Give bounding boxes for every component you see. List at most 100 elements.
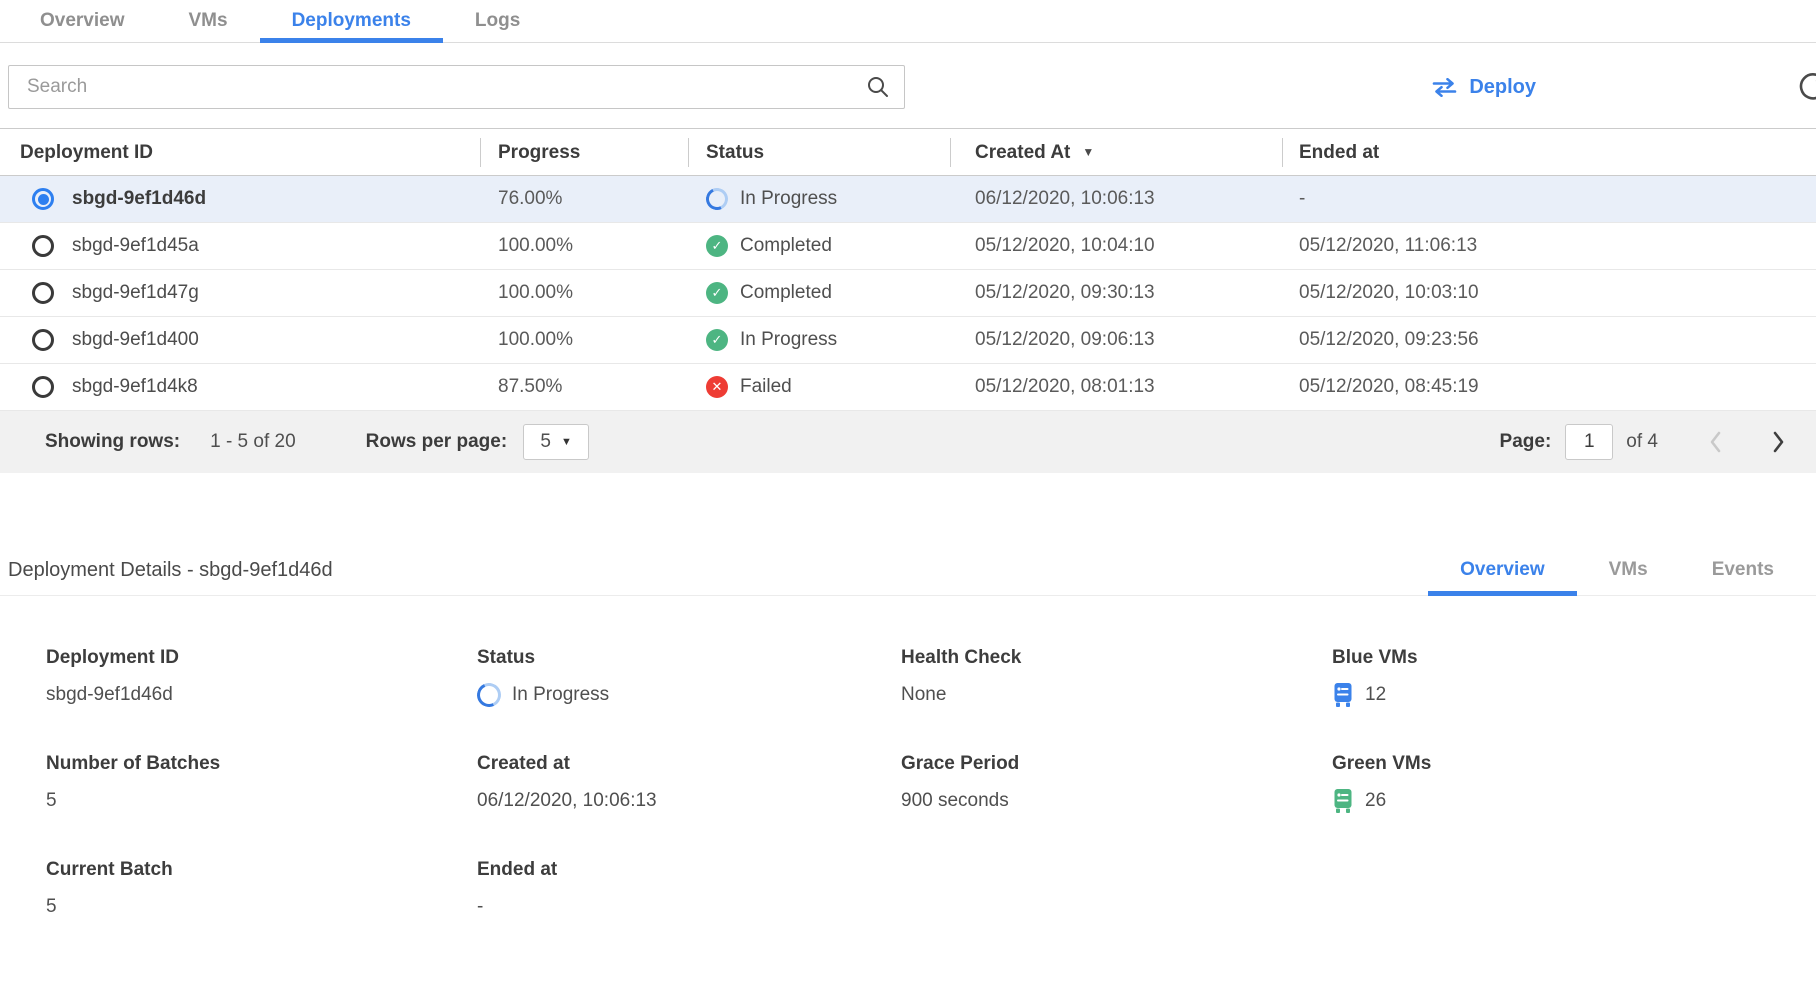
- detail-field-number-of-batches: Number of Batches5: [46, 752, 477, 814]
- created-at-value: 06/12/2020, 10:06:13: [950, 188, 1282, 210]
- tab-overview[interactable]: Overview: [8, 0, 157, 42]
- created-at-value: 05/12/2020, 10:04:10: [950, 235, 1282, 257]
- deployment-id: sbgd-9ef1d400: [72, 329, 199, 351]
- search-icon: [866, 75, 890, 104]
- deployment-radio[interactable]: [32, 376, 54, 398]
- detail-value-text: 12: [1365, 682, 1386, 708]
- deploy-button[interactable]: Deploy: [1431, 76, 1536, 99]
- rows-per-page-select[interactable]: 5 ▼: [523, 424, 589, 460]
- page-total: of 4: [1626, 431, 1658, 453]
- deployment-radio[interactable]: [32, 235, 54, 257]
- showing-rows-label: Showing rows:: [45, 431, 180, 453]
- swap-arrows-icon: [1431, 78, 1458, 97]
- completed-check-icon: ✓: [706, 329, 728, 351]
- detail-field-ended-at: Ended at -: [477, 858, 901, 920]
- chevron-right-icon: [1772, 430, 1786, 454]
- table-body: sbgd-9ef1d46d76.00%In Progress06/12/2020…: [0, 176, 1816, 411]
- detail-value: 5: [46, 894, 477, 920]
- detail-label: Status: [477, 646, 901, 670]
- search-input[interactable]: [8, 65, 905, 109]
- deploy-button-label: Deploy: [1469, 76, 1536, 99]
- detail-field-health-check: Health CheckNone: [901, 646, 1332, 708]
- detail-label: Health Check: [901, 646, 1332, 670]
- detail-label: Ended at: [477, 858, 901, 882]
- column-header-ended-at[interactable]: Ended at: [1282, 129, 1816, 176]
- deployment-id: sbgd-9ef1d47g: [72, 282, 199, 304]
- refresh-button[interactable]: [1796, 70, 1816, 104]
- table-row[interactable]: sbgd-9ef1d46d76.00%In Progress06/12/2020…: [0, 176, 1816, 223]
- next-page-button[interactable]: [1772, 430, 1786, 454]
- page-label: Page:: [1500, 431, 1552, 453]
- deployments-table: Deployment ID Progress Status Created At…: [0, 128, 1816, 473]
- deployments-page: OverviewVMsDeploymentsLogs Deploy: [0, 0, 1816, 992]
- details-tab-bar: OverviewVMsEvents: [1428, 545, 1806, 595]
- detail-value-text: -: [477, 894, 483, 920]
- created-at-value: 05/12/2020, 09:06:13: [950, 329, 1282, 351]
- page-number-input[interactable]: [1565, 424, 1613, 460]
- detail-label: Grace Period: [901, 752, 1332, 776]
- progress-value: 100.00%: [480, 235, 688, 257]
- deployment-radio[interactable]: [32, 188, 54, 210]
- progress-value: 100.00%: [480, 282, 688, 304]
- progress-value: 100.00%: [480, 329, 688, 351]
- previous-page-button[interactable]: [1708, 430, 1722, 454]
- table-row[interactable]: sbgd-9ef1d45a 100.00% ✓ Completed 05/12/2020…: [0, 223, 1816, 270]
- blue-vm-server-icon: [1332, 682, 1354, 708]
- created-at-value: 05/12/2020, 08:01:13: [950, 376, 1282, 398]
- deployment-id: sbgd-9ef1d45a: [72, 235, 199, 257]
- deployment-radio[interactable]: [32, 329, 54, 351]
- detail-value: 06/12/2020, 10:06:13: [477, 788, 901, 814]
- status-text: Completed: [740, 282, 832, 304]
- failed-cross-icon: ✕: [706, 376, 728, 398]
- detail-field-created-at: Created at06/12/2020, 10:06:13: [477, 752, 901, 814]
- details-title: Deployment Details - sbgd-9ef1d46d: [8, 559, 333, 595]
- detail-field-current-batch: Current Batch 5: [46, 858, 477, 920]
- tab-deployments[interactable]: Deployments: [260, 0, 443, 42]
- details-tab-vms[interactable]: VMs: [1577, 545, 1680, 595]
- detail-value: 5: [46, 788, 477, 814]
- table-header-row: Deployment ID Progress Status Created At…: [0, 129, 1816, 176]
- detail-value: -: [477, 894, 901, 920]
- column-header-status[interactable]: Status: [688, 129, 950, 176]
- rows-per-page-label: Rows per page:: [366, 431, 507, 453]
- pager: Page: of 4: [1500, 424, 1786, 460]
- detail-field-blue-vms: Blue VMs 12: [1332, 646, 1816, 708]
- deployment-id: sbgd-9ef1d4k8: [72, 376, 198, 398]
- toolbar: Deploy: [0, 65, 1816, 109]
- detail-value-text: 5: [46, 788, 57, 814]
- detail-value-text: In Progress: [512, 682, 609, 708]
- table-row[interactable]: sbgd-9ef1d4k887.50%✕Failed05/12/2020, 08…: [0, 364, 1816, 411]
- detail-field-deployment-id: Deployment IDsbgd-9ef1d46d: [46, 646, 477, 708]
- search-box: [8, 65, 905, 109]
- detail-value-text: 26: [1365, 788, 1386, 814]
- tab-logs[interactable]: Logs: [443, 0, 552, 42]
- table-row[interactable]: sbgd-9ef1d47g100.00%✓Completed05/12/2020…: [0, 270, 1816, 317]
- column-header-progress[interactable]: Progress: [480, 129, 688, 176]
- detail-value: 12: [1332, 682, 1816, 708]
- detail-field-status: Status In Progress: [477, 646, 901, 708]
- ended-at-value: 05/12/2020, 10:03:10: [1282, 282, 1816, 304]
- in-progress-spinner-icon: [474, 680, 505, 711]
- detail-value-text: 06/12/2020, 10:06:13: [477, 788, 657, 814]
- table-row[interactable]: sbgd-9ef1d400100.00%✓In Progress05/12/20…: [0, 317, 1816, 364]
- column-header-created-at[interactable]: Created At▼: [950, 129, 1282, 176]
- deployment-radio[interactable]: [32, 282, 54, 304]
- detail-value-text: 900 seconds: [901, 788, 1009, 814]
- tab-vms[interactable]: VMs: [157, 0, 260, 42]
- status-text: Completed: [740, 235, 832, 257]
- status-text: Failed: [740, 376, 792, 398]
- detail-label: Blue VMs: [1332, 646, 1816, 670]
- showing-rows-value: 1 - 5 of 20: [210, 431, 296, 453]
- ended-at-value: 05/12/2020, 09:23:56: [1282, 329, 1816, 351]
- details-tab-events[interactable]: Events: [1680, 545, 1806, 595]
- status-text: In Progress: [740, 188, 837, 210]
- refresh-icon: [1796, 70, 1816, 104]
- detail-label: Current Batch: [46, 858, 477, 882]
- table-footer: Showing rows: 1 - 5 of 20 Rows per page:…: [0, 411, 1816, 473]
- in-progress-spinner-icon: [703, 185, 731, 213]
- rows-per-page-value: 5: [540, 431, 551, 453]
- sort-desc-icon: ▼: [1082, 129, 1094, 176]
- column-header-deployment-id[interactable]: Deployment ID: [0, 129, 480, 176]
- details-tab-overview[interactable]: Overview: [1428, 545, 1577, 595]
- completed-check-icon: ✓: [706, 235, 728, 257]
